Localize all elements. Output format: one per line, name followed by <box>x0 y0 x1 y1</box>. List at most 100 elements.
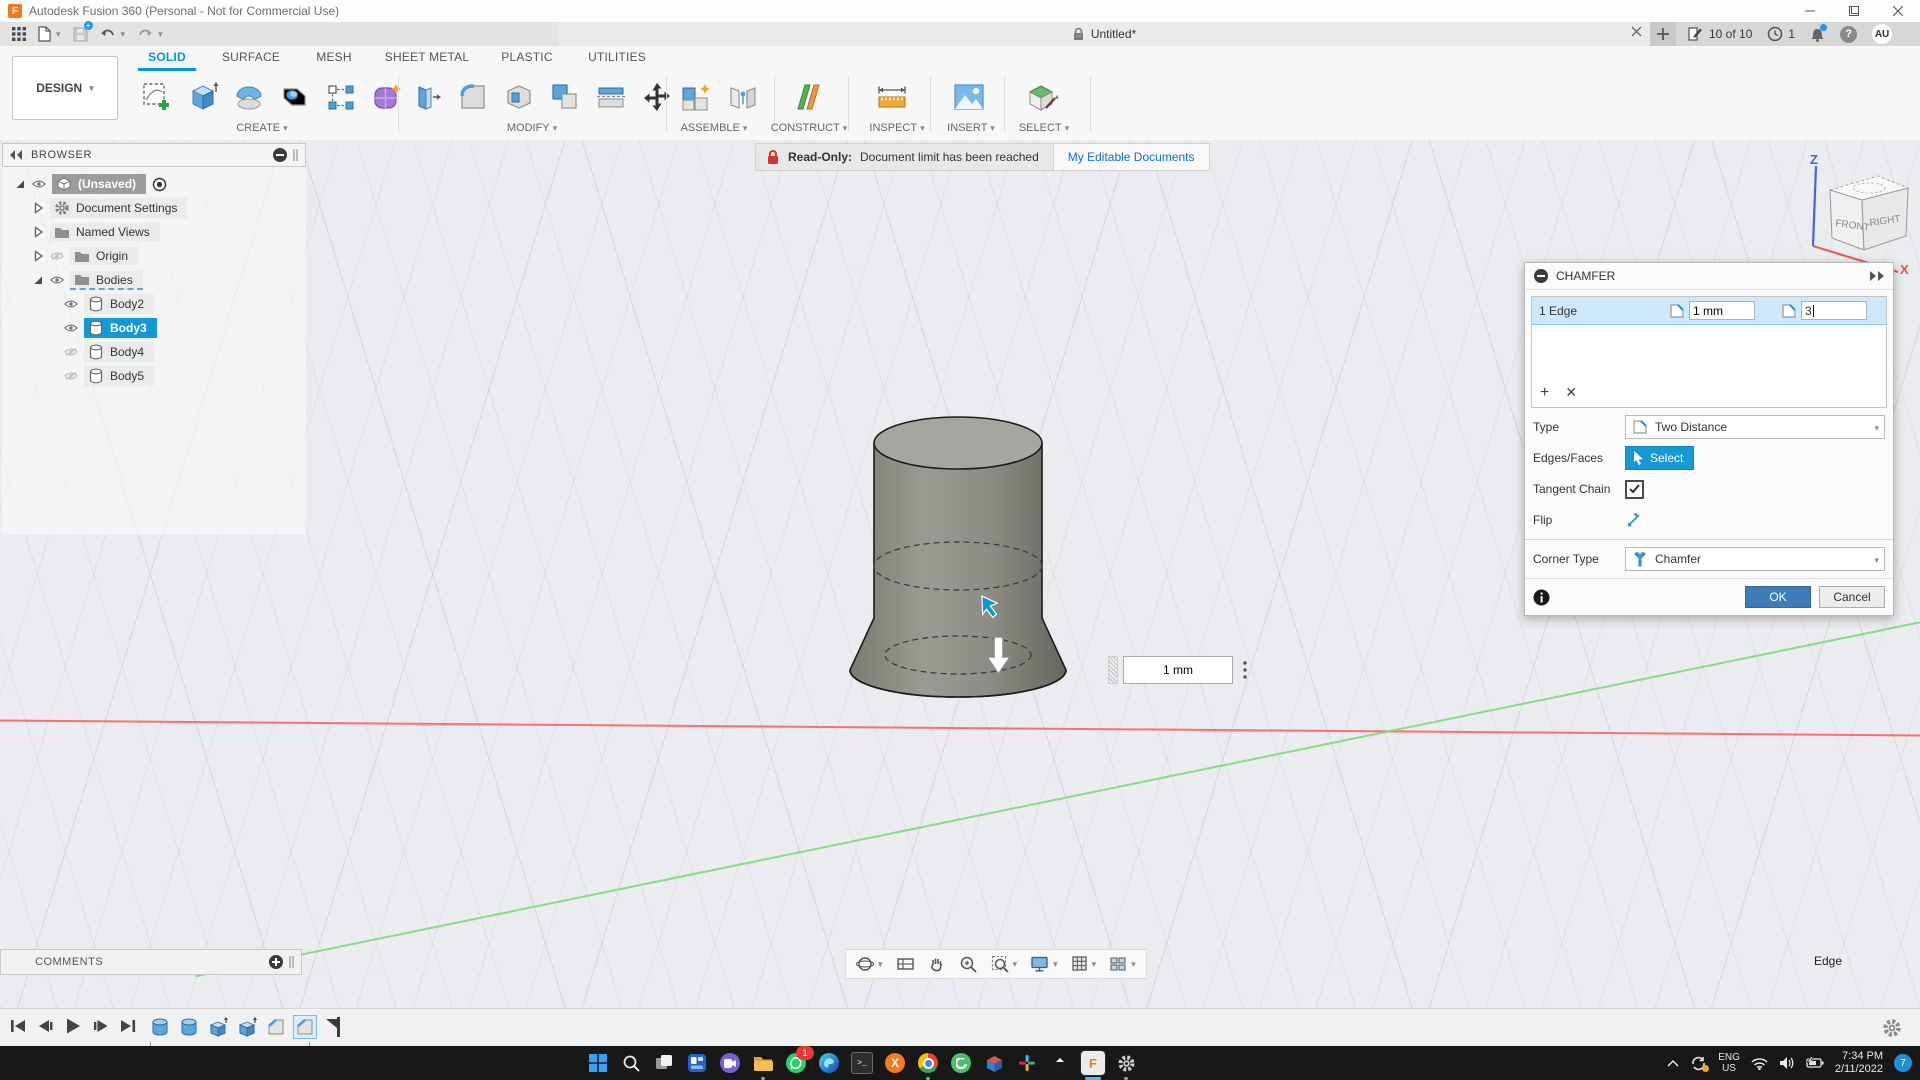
kebab-menu-icon[interactable] <box>1238 659 1252 681</box>
redo-icon[interactable] <box>133 23 167 45</box>
close-tab-icon[interactable] <box>1631 26 1642 37</box>
timeline-chamfer-feature[interactable] <box>264 1015 288 1039</box>
drag-handle[interactable] <box>1108 656 1118 684</box>
go-to-end-icon[interactable] <box>120 1018 136 1034</box>
whatsapp-icon[interactable]: 1 <box>783 1046 814 1076</box>
file-menu-icon[interactable] <box>34 23 65 45</box>
expanded-triangle-icon[interactable] <box>14 178 26 190</box>
start-button[interactable] <box>585 1050 611 1076</box>
play-icon[interactable] <box>64 1017 82 1035</box>
tree-row-named-views[interactable]: Named Views <box>32 221 160 243</box>
clock[interactable]: 7:34 PM 2/11/2022 <box>1835 1050 1883 1076</box>
tree-row-root[interactable]: (Unsaved) <box>14 173 167 195</box>
visibility-eye-off-icon[interactable] <box>50 250 64 262</box>
app-grid-icon[interactable] <box>8 23 30 45</box>
widgets-icon[interactable] <box>684 1050 710 1076</box>
press-pull-icon[interactable] <box>406 74 448 120</box>
visibility-eye-off-icon[interactable] <box>64 346 78 358</box>
collapsed-triangle-icon[interactable] <box>32 202 44 214</box>
activate-radio-icon[interactable] <box>152 177 167 192</box>
browser-header[interactable]: BROWSER <box>2 143 306 167</box>
search-icon[interactable] <box>618 1050 644 1076</box>
construction-plane-icon[interactable] <box>786 74 828 120</box>
step-back-icon[interactable] <box>37 1018 53 1034</box>
view-cube[interactable]: Z X FRONT RIGHT <box>1792 150 1914 276</box>
language-indicator[interactable]: ENG US <box>1718 1052 1740 1074</box>
tangent-chain-checkbox[interactable] <box>1625 479 1644 499</box>
tab-plastic[interactable]: PLASTIC <box>501 50 552 64</box>
panel-grip-icon[interactable] <box>289 956 295 968</box>
create-form-icon[interactable] <box>366 74 408 120</box>
minimize-button[interactable] <box>1788 0 1832 22</box>
editable-documents-count[interactable]: 10 of 10 <box>1688 26 1752 42</box>
collapsed-triangle-icon[interactable] <box>32 226 44 238</box>
tray-chevron-icon[interactable] <box>1667 1059 1679 1067</box>
grid-settings-icon[interactable] <box>1071 955 1097 973</box>
shell-icon[interactable] <box>498 74 540 120</box>
sololearn-icon[interactable] <box>948 1050 974 1076</box>
wifi-icon[interactable] <box>1751 1057 1768 1070</box>
flip-icon[interactable] <box>1625 511 1643 529</box>
tree-row-body4[interactable]: Body4 <box>64 341 155 363</box>
help-button[interactable]: ? <box>1840 25 1858 43</box>
distance1-input[interactable] <box>1689 301 1755 320</box>
volume-icon[interactable] <box>1779 1056 1795 1070</box>
move-icon[interactable] <box>636 74 678 120</box>
add-selection-button[interactable]: + <box>1540 384 1549 402</box>
ok-button[interactable]: OK <box>1745 586 1811 608</box>
tab-solid[interactable]: SOLID <box>148 50 186 64</box>
edge-browser-icon[interactable] <box>816 1050 842 1076</box>
job-status[interactable]: 1 <box>1767 26 1795 42</box>
inkscape-icon[interactable] <box>1047 1050 1073 1076</box>
group-label-construct[interactable]: CONSTRUCT <box>771 122 848 134</box>
undo-icon[interactable] <box>96 23 130 45</box>
slack-icon[interactable] <box>1014 1050 1040 1076</box>
editable-documents-link[interactable]: My Editable Documents <box>1052 144 1209 170</box>
document-tab[interactable]: Untitled* <box>558 22 1650 46</box>
select-tool-icon[interactable] <box>1022 74 1064 120</box>
info-icon[interactable] <box>1533 589 1550 606</box>
file-explorer-icon[interactable] <box>750 1050 776 1080</box>
group-label-modify[interactable]: MODIFY <box>507 122 557 134</box>
dock-arrows-icon[interactable] <box>1869 271 1885 281</box>
notifications-bell[interactable] <box>1810 24 1828 42</box>
visibility-eye-icon[interactable] <box>32 178 46 190</box>
go-to-start-icon[interactable] <box>10 1018 26 1034</box>
tree-row-body3[interactable]: Body3 <box>64 317 157 339</box>
tab-utilities[interactable]: UTILITIES <box>588 50 646 64</box>
timeline-chamfer-feature-editing[interactable] <box>293 1015 317 1039</box>
browser-collapse-icon[interactable] <box>272 147 288 163</box>
joint-icon[interactable] <box>722 74 764 120</box>
visibility-eye-off-icon[interactable] <box>64 370 78 382</box>
group-label-select[interactable]: SELECT <box>1019 122 1069 134</box>
combine-icon[interactable] <box>544 74 586 120</box>
zoom-icon[interactable] <box>959 955 978 973</box>
settings-icon[interactable] <box>1113 1050 1139 1080</box>
look-at-icon[interactable] <box>896 955 915 973</box>
tree-row-origin[interactable]: Origin <box>32 245 139 267</box>
remove-selection-button[interactable]: ✕ <box>1565 384 1577 402</box>
zoom-window-icon[interactable] <box>991 955 1018 973</box>
create-sketch-icon[interactable] <box>136 74 178 120</box>
dialog-header[interactable]: CHAMFER <box>1525 263 1893 290</box>
measure-icon[interactable] <box>872 74 914 120</box>
tree-row-document-settings[interactable]: Document Settings <box>32 197 188 219</box>
group-label-assemble[interactable]: ASSEMBLE <box>681 122 748 134</box>
tab-mesh[interactable]: MESH <box>316 50 351 64</box>
visibility-eye-icon[interactable] <box>50 274 64 286</box>
user-avatar[interactable]: AU <box>1872 24 1893 44</box>
timeline-position-marker[interactable] <box>322 1015 346 1039</box>
split-body-icon[interactable] <box>590 74 632 120</box>
timeline-extrude-feature[interactable] <box>206 1015 230 1039</box>
workspace-selector[interactable]: DESIGN <box>12 56 118 120</box>
sync-icon[interactable] <box>1690 1056 1710 1072</box>
tree-row-body5[interactable]: Body5 <box>64 365 155 387</box>
corner-type-dropdown[interactable]: Chamfer <box>1625 547 1885 571</box>
collapsed-triangle-icon[interactable] <box>32 250 44 262</box>
distance2-input[interactable]: 3 <box>1801 301 1867 320</box>
timeline-cylinder-feature[interactable] <box>177 1015 201 1039</box>
timeline-settings-gear-icon[interactable] <box>1882 1018 1902 1038</box>
tab-sheet-metal[interactable]: SHEET METAL <box>385 50 469 64</box>
new-component-icon[interactable] <box>676 74 718 120</box>
expand-comments-icon[interactable] <box>268 954 284 970</box>
